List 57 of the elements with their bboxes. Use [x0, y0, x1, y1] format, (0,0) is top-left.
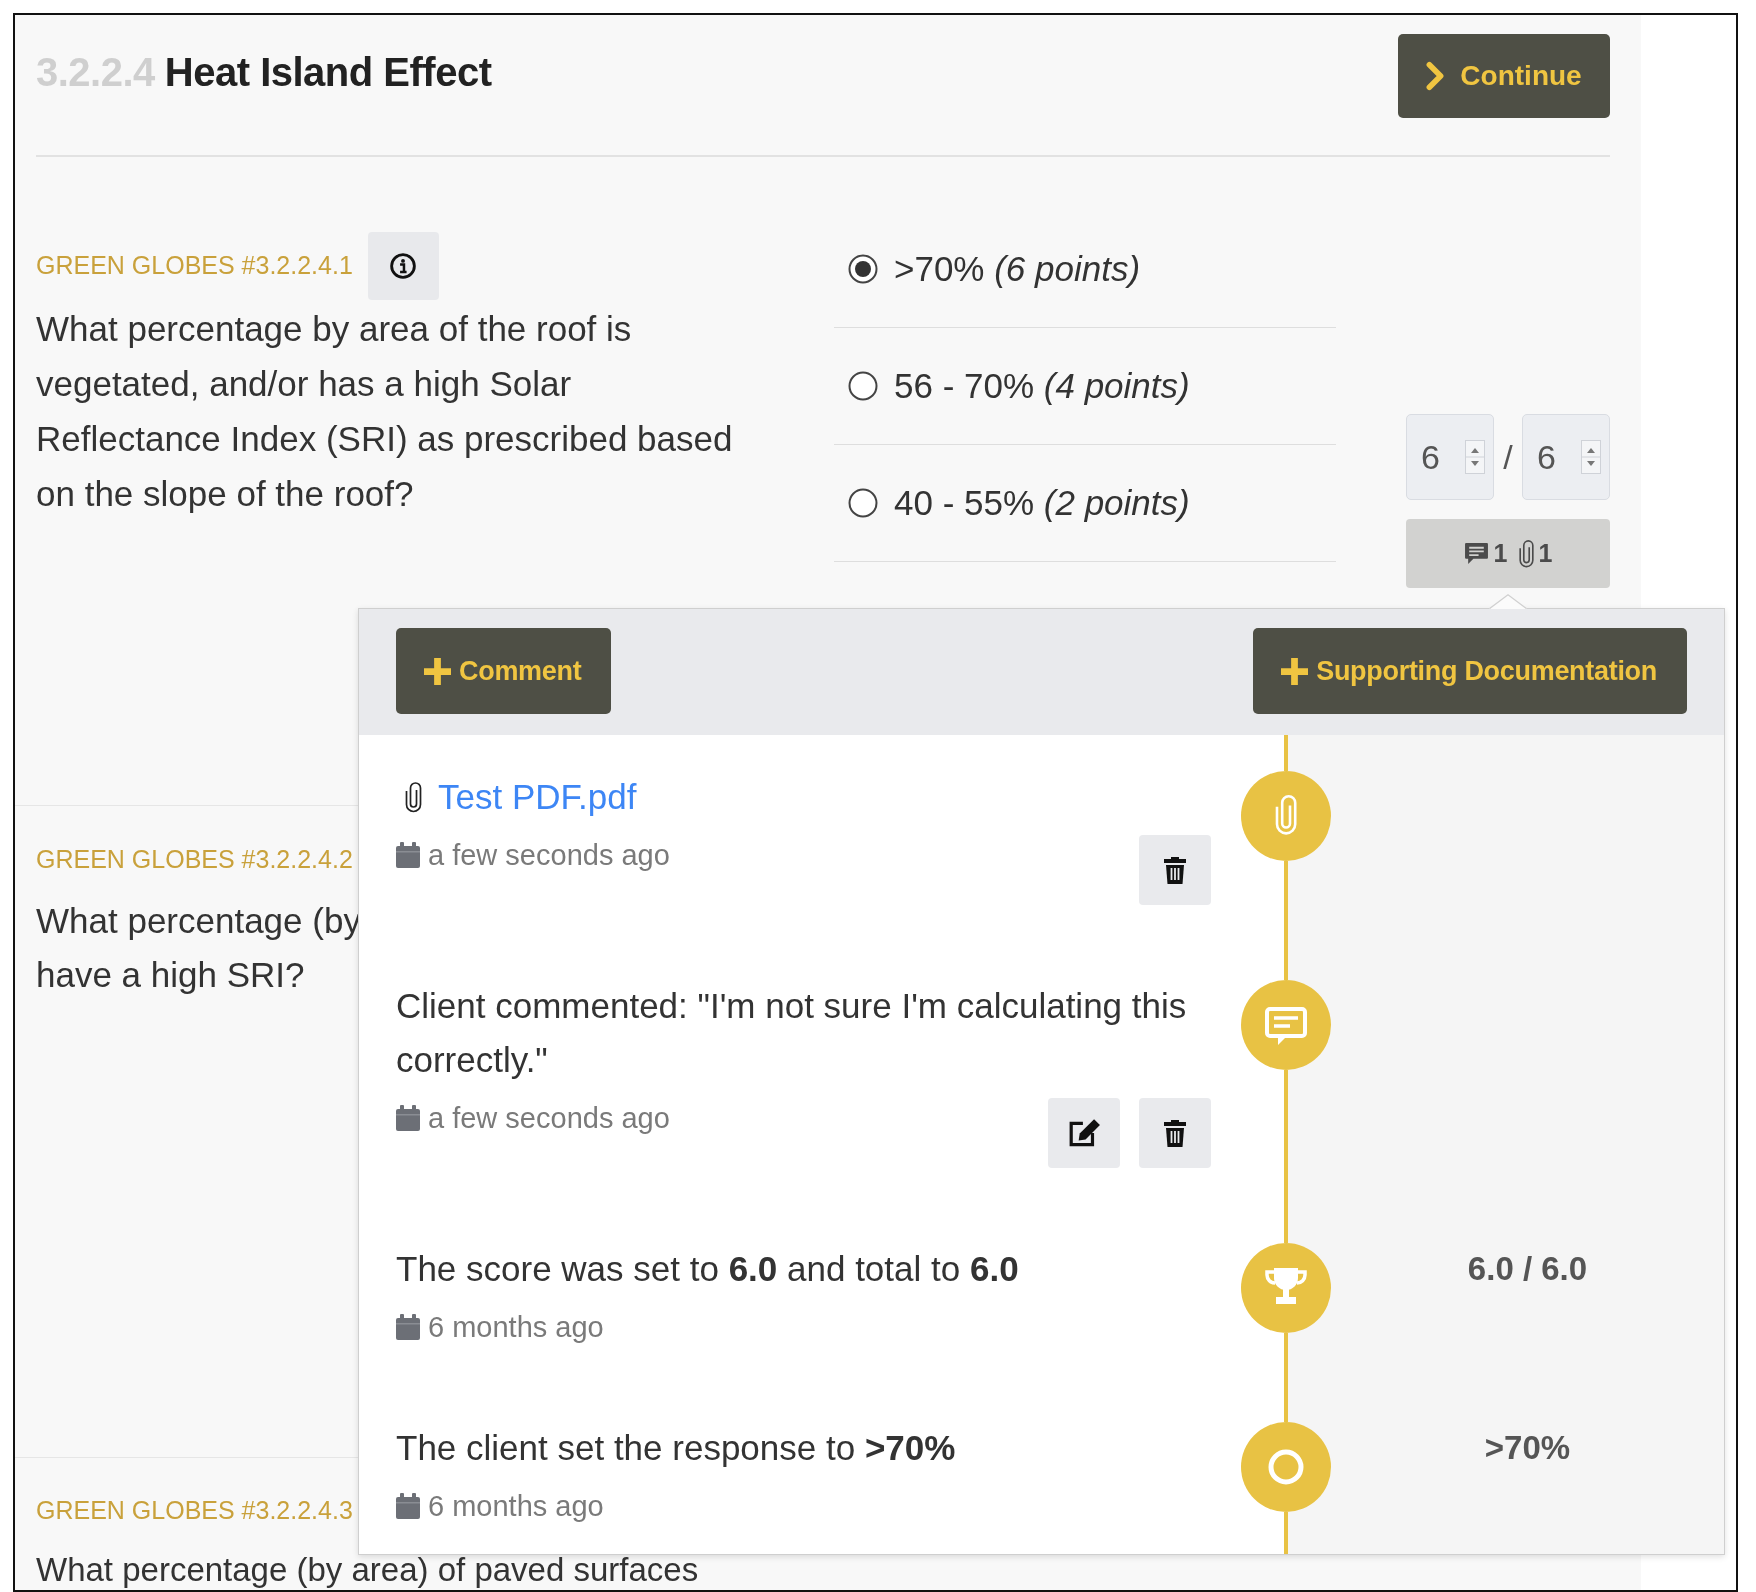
activity-button[interactable]: 1 1 — [1406, 519, 1610, 588]
plus-icon — [424, 657, 451, 685]
credit-code: GREEN GLOBES #3.2.2.4.1 — [36, 250, 353, 282]
radio-button[interactable] — [848, 254, 878, 284]
question-text: have a high SRI? — [36, 954, 305, 996]
pencil-icon — [1067, 1118, 1101, 1148]
radio-button[interactable] — [848, 488, 878, 518]
total-input[interactable]: 6 — [1522, 414, 1610, 500]
trash-icon — [1163, 856, 1187, 884]
speech-bubble-icon — [1241, 980, 1331, 1070]
info-icon — [390, 253, 417, 279]
activity-text: Client commented: "I'm not sure I'm calculating this correctly." — [396, 985, 1188, 1081]
timeline-connector — [1284, 1512, 1288, 1554]
calendar-icon — [396, 842, 420, 868]
add-button[interactable]: Comment — [396, 628, 612, 714]
credit-code: GREEN GLOBES #3.2.2.4.3 — [36, 1495, 353, 1527]
activity-value: >70% — [1484, 1429, 1571, 1466]
timestamp: 6 months ago — [428, 1310, 604, 1345]
question-text: What percentage (by — [36, 900, 361, 942]
trash-icon — [1163, 1119, 1187, 1147]
timestamp: a few seconds ago — [428, 1101, 670, 1136]
delete-button[interactable] — [1139, 1098, 1211, 1168]
edit-button[interactable] — [1048, 1098, 1120, 1168]
calendar-icon — [396, 1493, 420, 1519]
info-button[interactable] — [367, 232, 439, 300]
paperclip-icon — [405, 781, 422, 813]
chevron-icon — [1426, 61, 1445, 91]
credit-code: GREEN GLOBES #3.2.2.4.2 — [36, 844, 353, 876]
timeline-connector — [1284, 735, 1288, 771]
up-down-arrows-icon[interactable] — [1465, 440, 1485, 474]
option-label[interactable]: >70% (6 points) — [894, 242, 1141, 296]
activity-value: 6.0 / 6.0 — [1467, 1250, 1588, 1287]
question-text: What percentage (by area) of paved surfaces — [36, 1551, 699, 1588]
paperclip-icon — [1518, 539, 1534, 568]
delete-button[interactable] — [1139, 835, 1211, 905]
paperclip-icon — [1241, 771, 1331, 861]
score-input[interactable]: 6 — [1406, 414, 1494, 500]
activity-text: The score was set to 6.0 and total to 6.0 — [396, 1248, 1020, 1290]
plus-icon — [1281, 657, 1309, 685]
calendar-icon — [396, 1105, 420, 1131]
trophy-icon — [1241, 1243, 1331, 1333]
file-link[interactable]: Test PDF.pdf — [438, 770, 637, 824]
option-label[interactable]: 40 - 55% (2 points) — [894, 476, 1190, 530]
section-title: Heat Island Effect — [164, 50, 492, 94]
add-button[interactable]: Supporting Documentation — [1253, 628, 1687, 714]
ring-icon — [1241, 1422, 1331, 1512]
question-text: What percentage by area of the roof is vegetated, and/or has a high Solar Reflectance Index (SRI) as prescribed based on the slope of the roof? — [36, 308, 734, 515]
up-down-arrows-icon[interactable] — [1581, 440, 1601, 474]
option-label[interactable]: 56 - 70% (4 points) — [894, 359, 1190, 413]
timestamp: a few seconds ago — [428, 838, 670, 873]
calendar-icon — [396, 1314, 420, 1340]
radio-button[interactable] — [848, 371, 878, 401]
score-separator: / — [1503, 436, 1513, 478]
activity-text: The client set the response to >70% — [396, 1427, 957, 1469]
timestamp: 6 months ago — [428, 1489, 604, 1524]
speech-bubble-icon — [1463, 542, 1489, 565]
continue-button[interactable]: Continue — [1398, 34, 1610, 118]
